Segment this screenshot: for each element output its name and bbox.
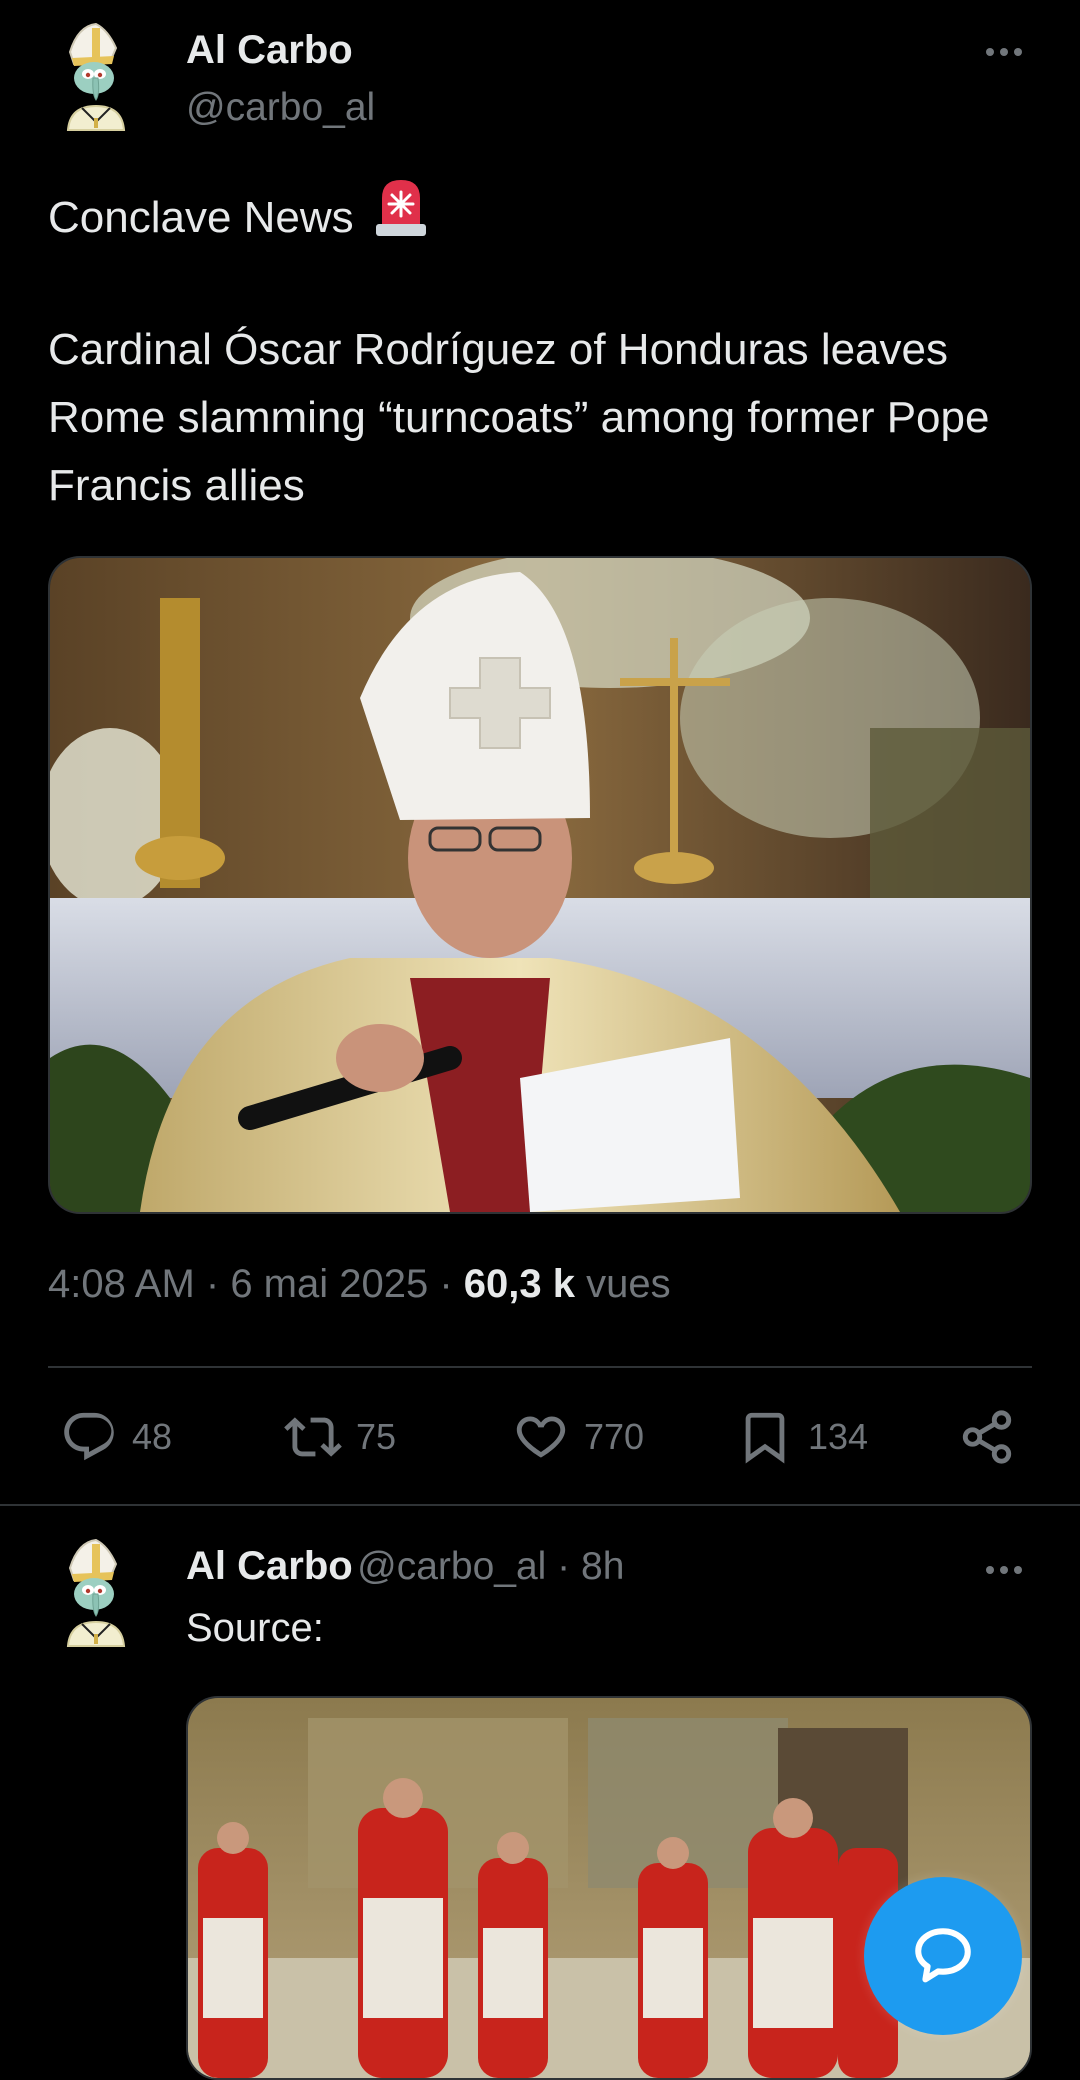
like-button[interactable]: 770: [512, 1405, 644, 1469]
tweet-date[interactable]: 6 mai 2025: [230, 1262, 428, 1306]
bookmark-icon: [745, 1412, 785, 1464]
views-label: vues: [586, 1262, 671, 1306]
more-horizontal-icon: [986, 48, 994, 56]
share-icon: [962, 1410, 1012, 1464]
repost-icon: [284, 1417, 342, 1457]
meta-divider: [48, 1366, 1032, 1368]
compose-reply-button[interactable]: [864, 1877, 1022, 2035]
reply-author-name[interactable]: Al Carbo: [186, 1544, 353, 1588]
repost-count: 75: [356, 1416, 397, 1457]
reply-text: Source:: [186, 1606, 324, 1650]
reply-author-avatar[interactable]: [48, 1538, 144, 1654]
squidward-pope-avatar-image: [66, 1538, 126, 1647]
author-name[interactable]: Al Carbo: [186, 28, 353, 73]
bookmark-button[interactable]: 134: [736, 1405, 868, 1469]
share-button[interactable]: [958, 1405, 1016, 1469]
headline-text: Conclave News: [48, 193, 354, 242]
meta-separator: ·: [428, 1262, 464, 1306]
reply-header: Al Carbo @carbo_al · 8h: [186, 1544, 624, 1589]
reply-time[interactable]: 8h: [581, 1545, 624, 1588]
tweet-headline: Conclave News: [48, 176, 1038, 260]
reply-button[interactable]: 48: [60, 1405, 172, 1469]
squidward-pope-avatar-image: [66, 22, 126, 131]
author-avatar[interactable]: [48, 22, 144, 138]
reply-separator: ·: [546, 1545, 582, 1588]
compose-reply-icon: [915, 1928, 971, 1983]
meta-separator: ·: [194, 1262, 231, 1306]
bookmark-count: 134: [808, 1416, 869, 1457]
tweet-body: Cardinal Óscar Rodríguez of Honduras lea…: [48, 325, 990, 510]
heart-icon: [516, 1416, 566, 1458]
reply-more-options-button[interactable]: [974, 1550, 1034, 1590]
repost-button[interactable]: 75: [284, 1405, 396, 1469]
like-count: 770: [584, 1416, 645, 1457]
tweet-photo[interactable]: [48, 556, 1032, 1214]
views-count[interactable]: 60,3 k: [464, 1262, 575, 1306]
reply-author-handle[interactable]: @carbo_al: [357, 1545, 546, 1588]
author-handle[interactable]: @carbo_al: [186, 86, 375, 130]
cardinal-photo-image: [50, 558, 1030, 1212]
tweet-time[interactable]: 4:08 AM: [48, 1262, 195, 1306]
thread-divider: [0, 1504, 1080, 1506]
reply-count: 48: [132, 1416, 173, 1457]
siren-emoji: [372, 176, 430, 260]
reply-bubble-icon: [64, 1412, 114, 1461]
more-horizontal-icon: [986, 1566, 994, 1574]
more-options-button[interactable]: [974, 32, 1034, 72]
tweet-meta: 4:08 AM · 6 mai 2025 · 60,3 k vues: [48, 1262, 671, 1307]
